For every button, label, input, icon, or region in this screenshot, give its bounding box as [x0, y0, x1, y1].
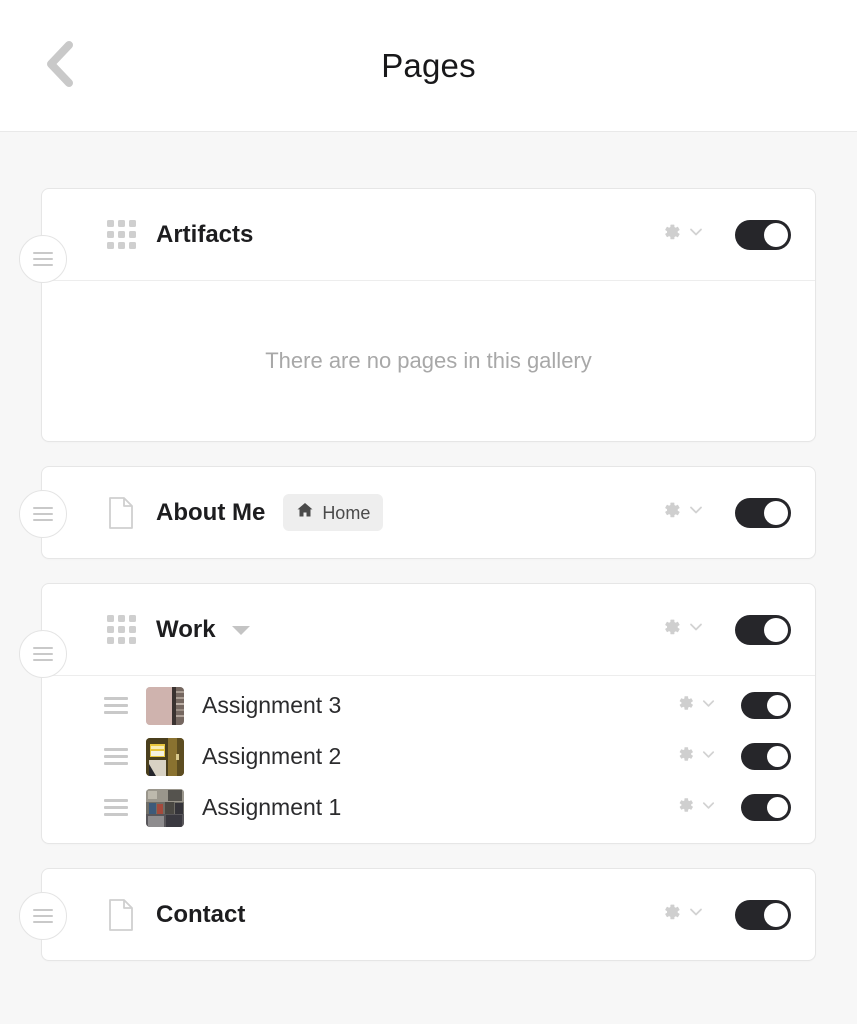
- page-card-contact: Contact: [19, 868, 816, 961]
- drag-handle-icon[interactable]: [104, 799, 130, 816]
- gear-icon: [659, 900, 683, 929]
- chevron-down-icon: [687, 501, 705, 524]
- visibility-toggle[interactable]: [735, 497, 791, 528]
- grid-icon: [104, 613, 138, 647]
- child-pages-list: Assignment 3 Assignment 2 Assignment 1: [42, 676, 815, 843]
- chevron-down-icon: [687, 618, 705, 641]
- child-row-assignment-2[interactable]: Assignment 2: [42, 731, 815, 782]
- drag-handle-icon[interactable]: [19, 630, 67, 678]
- page-card-about-me: About Me Home: [19, 466, 816, 559]
- gear-icon: [659, 220, 683, 249]
- page-row-about-me[interactable]: About Me Home: [42, 467, 815, 558]
- chevron-left-icon: [44, 41, 74, 87]
- settings-menu-button[interactable]: [659, 615, 705, 644]
- page-title: Pages: [381, 46, 476, 84]
- page-row-artifacts[interactable]: Artifacts: [42, 189, 815, 280]
- page-header: Pages: [0, 0, 857, 132]
- visibility-toggle[interactable]: [735, 614, 791, 645]
- page-title-label: Work: [156, 615, 216, 643]
- page-row-work[interactable]: Work: [42, 584, 815, 675]
- page-card-artifacts: Artifacts There are no pages in this gal…: [19, 188, 816, 442]
- home-icon: [296, 501, 314, 524]
- page-card-work: Work Assignment 3 Assignment 2 Assignmen…: [19, 583, 816, 844]
- gear-icon: [674, 692, 696, 719]
- assignment-3-thumbnail: [146, 686, 184, 725]
- gear-icon: [674, 743, 696, 770]
- settings-menu-button[interactable]: [674, 794, 717, 821]
- settings-menu-button[interactable]: [674, 692, 717, 719]
- caret-down-icon[interactable]: [230, 623, 252, 637]
- gallery-empty-message: There are no pages in this gallery: [265, 348, 592, 373]
- page-title-label: About Me: [156, 498, 266, 526]
- home-badge-label: Home: [322, 502, 371, 523]
- child-title-label: Assignment 1: [202, 794, 342, 820]
- gear-icon: [659, 615, 683, 644]
- document-icon: [104, 496, 138, 530]
- drag-handle-icon[interactable]: [19, 891, 67, 940]
- gear-icon: [659, 498, 683, 527]
- assignment-2-thumbnail: [146, 737, 184, 776]
- settings-menu-button[interactable]: [659, 900, 705, 929]
- assignment-1-thumbnail: [146, 788, 184, 827]
- drag-handle-icon[interactable]: [104, 697, 130, 714]
- visibility-toggle[interactable]: [735, 219, 791, 250]
- drag-handle-icon[interactable]: [19, 489, 67, 538]
- pages-list: Artifacts There are no pages in this gal…: [0, 132, 857, 961]
- gear-icon: [674, 794, 696, 821]
- visibility-toggle[interactable]: [741, 692, 791, 719]
- visibility-toggle[interactable]: [741, 743, 791, 770]
- document-icon: [104, 898, 138, 932]
- back-button[interactable]: [33, 36, 85, 92]
- chevron-down-icon: [700, 695, 717, 717]
- settings-menu-button[interactable]: [659, 498, 705, 527]
- page-row-contact[interactable]: Contact: [42, 869, 815, 960]
- grid-icon: [104, 218, 138, 252]
- child-row-assignment-3[interactable]: Assignment 3: [42, 680, 815, 731]
- settings-menu-button[interactable]: [674, 743, 717, 770]
- chevron-down-icon: [687, 903, 705, 926]
- home-badge: Home: [283, 494, 384, 531]
- settings-menu-button[interactable]: [659, 220, 705, 249]
- child-title-label: Assignment 2: [202, 743, 342, 769]
- drag-handle-icon[interactable]: [104, 748, 130, 765]
- visibility-toggle[interactable]: [741, 794, 791, 821]
- page-title-label: Contact: [156, 900, 246, 928]
- chevron-down-icon: [700, 746, 717, 768]
- drag-handle-icon[interactable]: [19, 235, 67, 283]
- page-title-label: Artifacts: [156, 220, 254, 248]
- child-row-assignment-1[interactable]: Assignment 1: [42, 782, 815, 833]
- visibility-toggle[interactable]: [735, 899, 791, 930]
- child-title-label: Assignment 3: [202, 692, 342, 718]
- chevron-down-icon: [687, 223, 705, 246]
- chevron-down-icon: [700, 797, 717, 819]
